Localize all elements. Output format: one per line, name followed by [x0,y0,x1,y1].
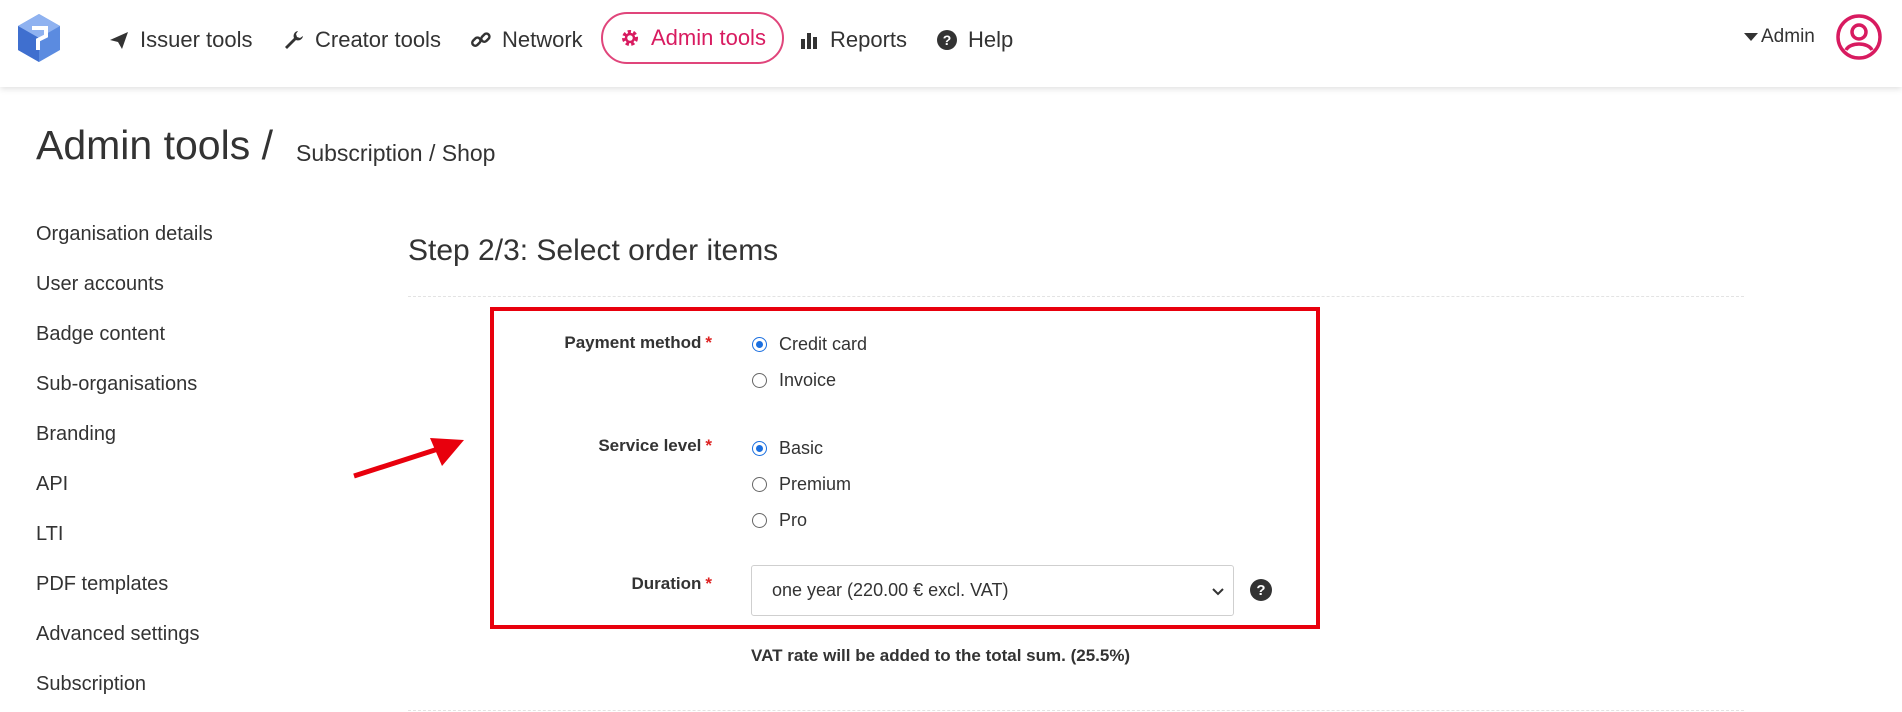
nav-admin-tools[interactable]: Admin tools [601,12,784,64]
radio-label: Credit card [779,334,868,354]
wrench-icon [281,27,307,53]
sidebar-item-lti[interactable]: LTI [36,518,213,568]
nav-label: Creator tools [315,27,441,52]
question-circle-icon[interactable]: ? [1249,578,1273,602]
radio-checked-icon[interactable] [752,337,767,352]
vat-note: VAT rate will be added to the total sum.… [751,646,1131,665]
radio-label: Premium [779,474,852,494]
duration-label: Duration * [412,574,712,594]
sidebar-item-sub-organisations[interactable]: Sub-organisations [36,368,213,418]
radio-unchecked-icon[interactable] [752,477,767,492]
sidebar-item-user-accounts[interactable]: User accounts [36,268,213,318]
divider [408,710,1744,711]
required-mark: * [705,574,712,593]
link-icon [468,27,494,53]
sidebar-item-organisation-details[interactable]: Organisation details [36,218,213,268]
radio-checked-icon[interactable] [752,441,767,456]
top-navbar: Issuer tools Creator tools Network Admin… [0,0,1902,87]
required-mark: * [705,436,712,455]
sidebar-item-badge-content[interactable]: Badge content [36,318,213,368]
user-menu-dropdown[interactable]: Admin [1744,26,1815,48]
svg-text:?: ? [943,32,952,48]
chevron-down-icon [1212,588,1224,596]
step-title: Step 2/3: Select order items [408,234,779,267]
divider [408,296,1744,297]
user-avatar-icon[interactable] [1835,13,1883,61]
radio-pro[interactable]: Pro [752,510,807,531]
sidebar-item-advanced-settings[interactable]: Advanced settings [36,618,213,668]
nav-reports[interactable]: Reports [796,20,907,60]
page-title: Admin tools / [36,122,273,168]
gear-icon [617,25,643,51]
duration-select-value: one year (220.00 € excl. VAT) [772,580,1009,600]
sidebar-item-branding[interactable]: Branding [36,418,213,468]
radio-premium[interactable]: Premium [752,474,851,495]
nav-issuer-tools[interactable]: Issuer tools [106,20,253,60]
radio-label: Pro [779,510,808,530]
payment-method-label: Payment method * [412,333,712,353]
duration-text: Duration [631,574,702,593]
sidebar-item-pdf-templates[interactable]: PDF templates [36,568,213,618]
required-mark: * [705,333,712,352]
service-level-text: Service level [598,436,702,455]
nav-network[interactable]: Network [468,20,583,60]
radio-unchecked-icon[interactable] [752,513,767,528]
user-menu-label: Admin [1761,26,1815,47]
nav-label: Issuer tools [140,27,253,52]
nav-creator-tools[interactable]: Creator tools [281,20,441,60]
nav-label: Help [968,27,1014,52]
breadcrumb[interactable]: Subscription / Shop [296,140,495,167]
radio-label: Basic [779,438,824,458]
radio-basic[interactable]: Basic [752,438,823,459]
svg-text:?: ? [1256,582,1265,599]
bar-chart-icon [796,27,822,53]
question-circle-icon: ? [934,27,960,53]
service-level-label: Service level * [412,436,712,456]
radio-invoice[interactable]: Invoice [752,370,836,391]
caret-down-icon [1744,33,1758,41]
sidebar: Organisation details User accounts Badge… [36,218,213,712]
nav-label: Reports [830,27,908,52]
app-logo-icon[interactable] [16,12,62,64]
radio-label: Invoice [779,370,837,390]
nav-label: Admin tools [651,25,766,50]
radio-unchecked-icon[interactable] [752,373,767,388]
sidebar-item-api[interactable]: API [36,468,213,518]
sidebar-item-subscription[interactable]: Subscription [36,668,213,712]
nav-label: Network [502,27,583,52]
duration-select[interactable]: one year (220.00 € excl. VAT) [751,565,1234,616]
payment-method-text: Payment method [564,333,702,352]
radio-credit-card[interactable]: Credit card [752,334,867,355]
paper-plane-icon [106,27,132,53]
nav-help[interactable]: ? Help [934,20,1013,60]
